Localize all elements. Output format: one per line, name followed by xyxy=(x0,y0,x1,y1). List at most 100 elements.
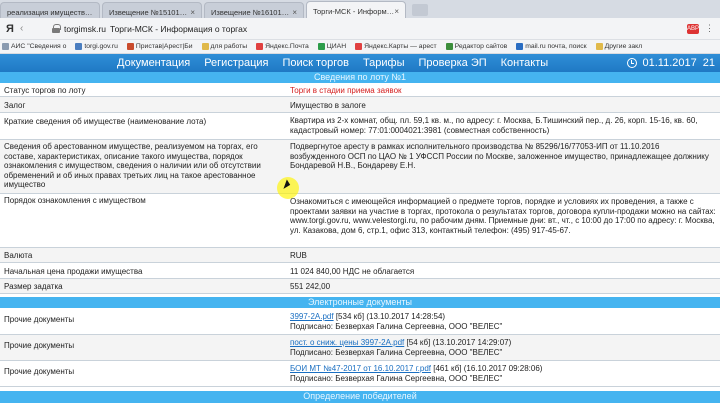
bookmark-label: для работы xyxy=(210,43,248,50)
favicon-icon xyxy=(75,43,83,50)
row-value: Имущество в залоге xyxy=(290,101,366,110)
doc-row: Прочие документы 3997-2А.pdf [534 кб] (1… xyxy=(0,309,720,335)
row-value: 551 242,00 xyxy=(290,282,331,291)
section-header-winners: Определение победителей xyxy=(0,391,720,403)
bookmark-item[interactable]: Пристав|Арест|Би xyxy=(126,43,193,50)
browser-tab[interactable]: реализация имущества должн xyxy=(0,2,100,18)
current-time: 21 xyxy=(702,57,715,69)
address-tools: ABP ⋮ xyxy=(687,23,714,34)
document-link[interactable]: БОИ МТ №47-2017 от 16.10.2017 г.pdf xyxy=(290,364,431,373)
bookmark-label: ЦИАН xyxy=(326,43,347,50)
bookmark-item[interactable]: Другие закл xyxy=(595,43,643,50)
document-meta: [54 кб] (13.10.2017 14:29:07) xyxy=(406,338,512,347)
nav-arrows[interactable]: ‹ xyxy=(20,23,48,34)
address-host[interactable]: torgimsk.ru xyxy=(64,24,106,34)
bookmarks-bar: АИС "Сведения о torgi.gov.ru Пристав|Аре… xyxy=(0,40,720,54)
lot-row-pledge: Залог Имущество в залоге xyxy=(0,97,720,113)
bookmark-item[interactable]: Яндекс.Почта xyxy=(256,43,309,50)
close-icon[interactable]: × xyxy=(394,7,399,16)
nav-tariffs[interactable]: Тарифы xyxy=(363,57,405,69)
bookmark-label: Редактор сайтов xyxy=(454,43,508,50)
favicon-icon xyxy=(445,43,453,50)
row-value: 11 024 840,00 НДС не облагается xyxy=(290,267,415,276)
tab-title: Торги-МСК - Информаци xyxy=(313,7,395,16)
bookmark-item[interactable]: АИС "Сведения о xyxy=(2,43,66,50)
auction-status: Торги в стадии приема заявок xyxy=(290,86,402,95)
document-meta: [534 кб] (13.10.2017 14:28:54) xyxy=(335,312,446,321)
row-value: RUB xyxy=(290,251,307,260)
browser-tab-active[interactable]: Торги-МСК - Информаци × xyxy=(306,1,406,18)
browser-tab[interactable]: Извещение №161017/2926× xyxy=(204,2,304,18)
bookmark-label: torgi.gov.ru xyxy=(84,43,118,50)
row-label: Прочие документы xyxy=(4,341,75,350)
section-header-lot: Сведения по лоту №1 xyxy=(0,72,720,83)
row-label: Сведения об арестованном имуществе, реал… xyxy=(4,142,261,189)
menu-icon[interactable]: ⋮ xyxy=(705,23,714,34)
bookmark-label: Пристав|Арест|Би xyxy=(135,43,193,50)
favicon-icon xyxy=(355,43,363,50)
bookmark-label: mail.ru почта, поиск xyxy=(525,43,587,50)
bookmark-label: Другие закл xyxy=(604,43,643,50)
nav-contacts[interactable]: Контакты xyxy=(501,57,549,69)
adblock-icon[interactable]: ABP xyxy=(687,23,699,34)
nav-documentation[interactable]: Документация xyxy=(117,57,190,69)
lot-row-status: Статус торгов по лоту Торги в стадии при… xyxy=(0,83,720,97)
lot-row-arrested-property: Сведения об арестованном имуществе, реал… xyxy=(0,140,720,194)
section-header-documents: Электронные документы xyxy=(0,297,720,308)
doc-entry: пост. о сниж. цены 3997-2А.pdf [54 кб] (… xyxy=(290,338,716,357)
bookmark-item[interactable]: ЦИАН xyxy=(317,43,347,50)
row-label: Порядок ознакомления с имуществом xyxy=(4,196,146,205)
favicon-icon xyxy=(126,43,134,50)
bookmark-item[interactable]: torgi.gov.ru xyxy=(75,43,118,50)
bookmark-label: АИС "Сведения о xyxy=(11,43,67,50)
document-signature: Подписано: Безверхая Галина Сергеевна, О… xyxy=(290,347,503,357)
close-icon[interactable]: × xyxy=(292,8,297,17)
folder-icon xyxy=(201,43,209,50)
tab-title: Извещение №161017/2926 xyxy=(211,7,293,17)
row-label: Прочие документы xyxy=(4,315,75,324)
row-label: Статус торгов по лоту xyxy=(4,86,86,95)
document-signature: Подписано: Безверхая Галина Сергеевна, О… xyxy=(290,373,503,383)
bookmark-item[interactable]: mail.ru почта, поиск xyxy=(516,43,587,50)
clock-icon xyxy=(626,58,637,68)
new-tab-button[interactable] xyxy=(412,4,428,16)
bookmark-item[interactable]: для работы xyxy=(201,43,248,50)
document-meta: [461 кб] (16.10.2017 09:28:06) xyxy=(433,364,543,373)
doc-row: Прочие документы БОИ МТ №47-2017 от 16.1… xyxy=(0,361,720,387)
doc-row: Прочие документы пост. о сниж. цены 3997… xyxy=(0,335,720,361)
bookmark-item[interactable]: Редактор сайтов xyxy=(445,43,508,50)
tab-title: реализация имущества должн xyxy=(7,7,93,17)
row-label: Залог xyxy=(4,101,26,110)
browser-tab[interactable]: Извещение №151017/2926× xyxy=(102,2,202,18)
row-value: Квартира из 2-х комнат, общ. пл. 59,1 кв… xyxy=(290,116,698,135)
back-icon[interactable]: ‹ xyxy=(20,23,23,34)
close-icon[interactable]: × xyxy=(190,8,195,17)
address-page-title: Торги-МСК - Информация о торгах xyxy=(110,23,248,34)
site-nav-links: Документация Регистрация Поиск торгов Та… xyxy=(117,57,562,69)
row-label: Размер задатка xyxy=(4,282,63,291)
nav-signature-check[interactable]: Проверка ЭП xyxy=(419,57,487,69)
lock-icon xyxy=(52,24,61,33)
lot-row-short-info: Краткие сведения об имуществе (наименова… xyxy=(0,113,720,140)
document-link[interactable]: пост. о сниж. цены 3997-2А.pdf xyxy=(290,338,404,347)
nav-search-auctions[interactable]: Поиск торгов xyxy=(283,57,349,69)
bookmark-label: Яндекс.Карты — арест xyxy=(364,43,437,50)
row-label: Начальная цена продажи имущества xyxy=(4,267,143,276)
row-label: Валюта xyxy=(4,251,33,260)
lot-row-deposit: Размер задатка 551 242,00 xyxy=(0,279,720,294)
nav-registration[interactable]: Регистрация xyxy=(204,57,268,69)
bookmark-item[interactable]: Яндекс.Карты — арест xyxy=(355,43,437,50)
tab-title: Извещение №151017/2926 xyxy=(109,7,191,17)
site-nav-bar: Документация Регистрация Поиск торгов Та… xyxy=(0,54,720,72)
lot-row-currency: Валюта RUB xyxy=(0,248,720,263)
favicon-icon xyxy=(256,43,264,50)
bookmark-label: Яндекс.Почта xyxy=(265,43,309,50)
doc-entry: 3997-2А.pdf [534 кб] (13.10.2017 14:28:5… xyxy=(290,312,716,331)
document-link[interactable]: 3997-2А.pdf xyxy=(290,312,334,321)
current-date: 01.11.2017 xyxy=(642,57,697,69)
site-clock: 01.11.2017 21 xyxy=(626,57,720,69)
lot-row-viewing-procedure: Порядок ознакомления с имуществом Ознако… xyxy=(0,194,720,248)
document-signature: Подписано: Безверхая Галина Сергеевна, О… xyxy=(290,321,503,331)
address-bar[interactable]: Я ‹ torgimsk.ru Торги-МСК - Информация о… xyxy=(0,18,720,40)
yandex-logo[interactable]: Я xyxy=(6,23,20,35)
